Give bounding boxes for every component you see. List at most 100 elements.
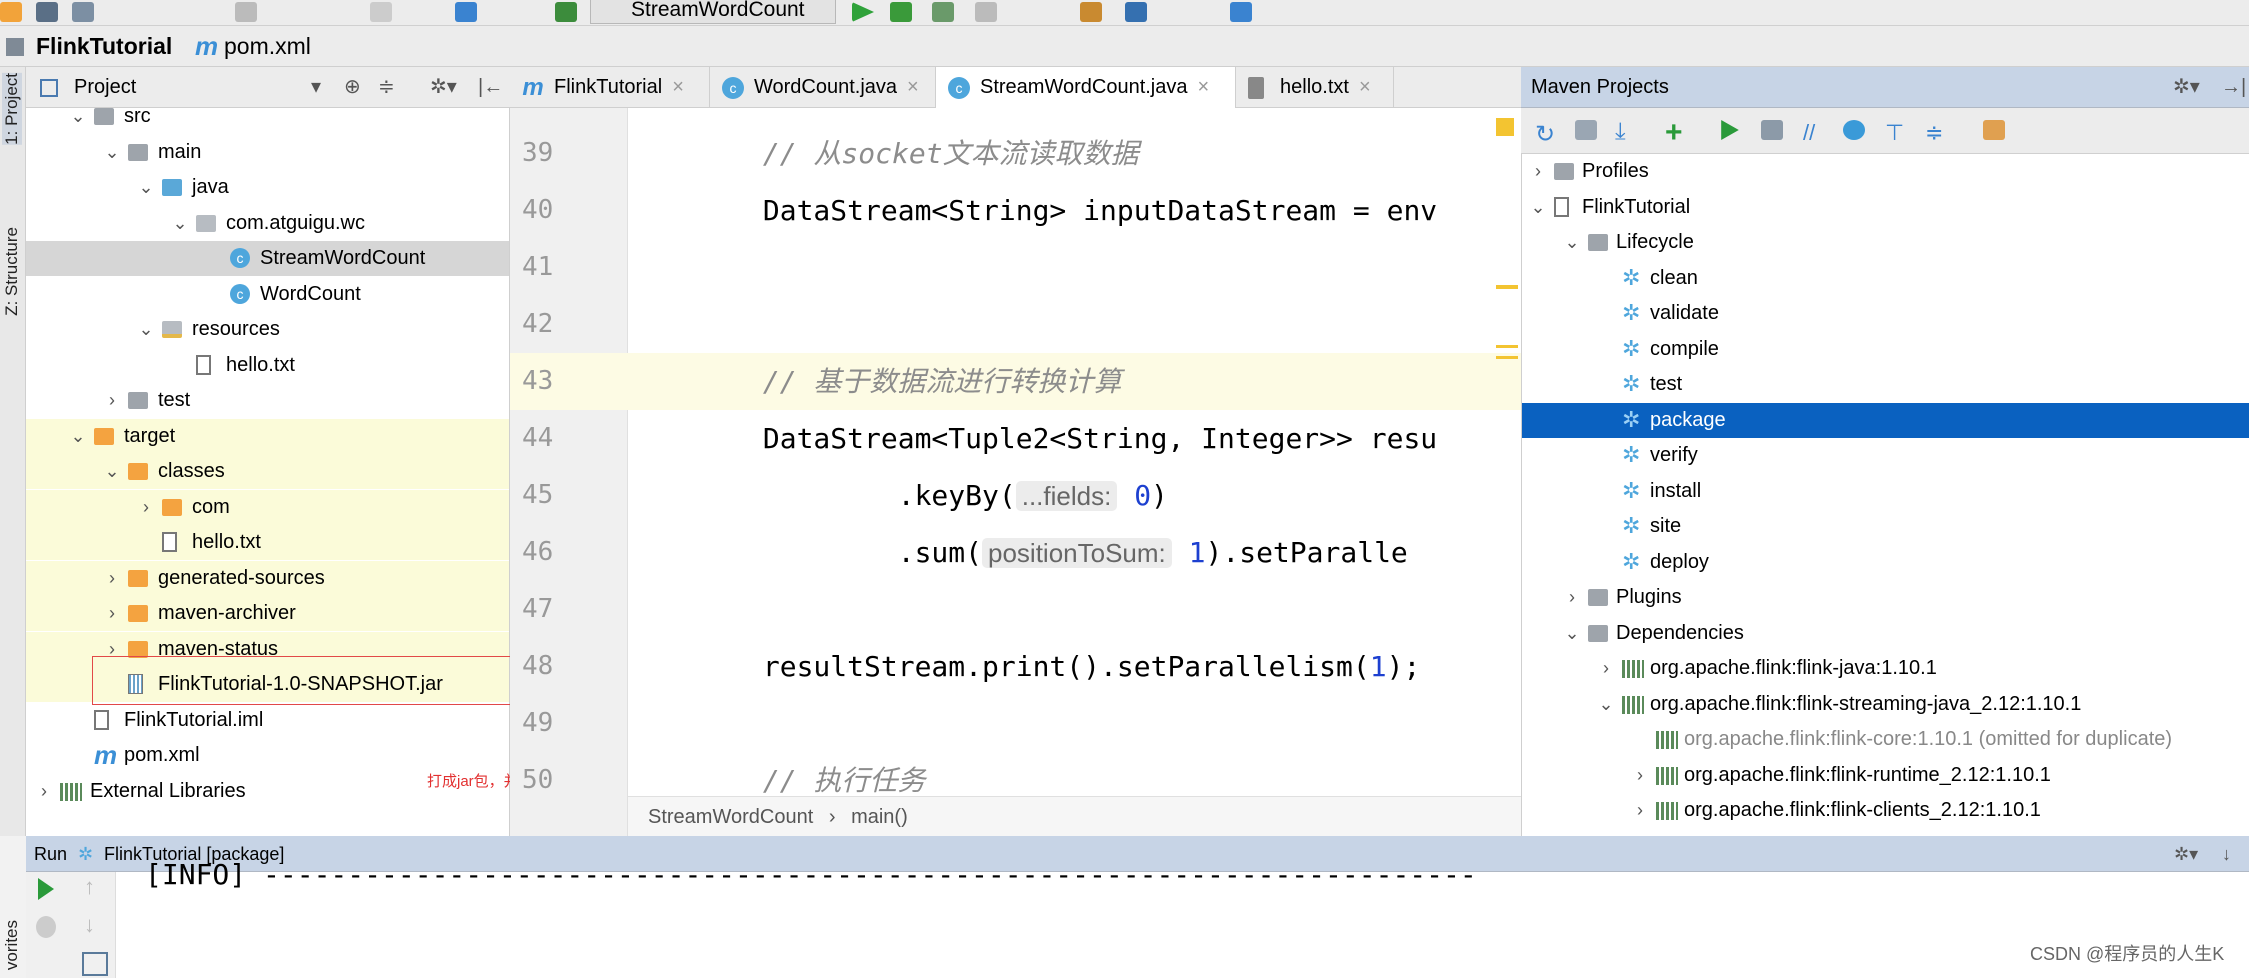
crumb-method[interactable]: main() (851, 806, 908, 828)
chevron-down-icon[interactable]: ⌄ (138, 170, 154, 205)
chevron-down-icon[interactable]: ⌄ (104, 135, 120, 170)
sync-icon[interactable] (72, 2, 94, 22)
maven-tree-item[interactable]: › Plugins (1522, 580, 2249, 615)
chevron-right-icon[interactable]: › (1632, 758, 1648, 793)
chevron-down-icon[interactable]: ⌄ (104, 454, 120, 489)
maven-tree-item[interactable]: › org.apache.flink:flink-clients_2.12:1.1… (1522, 793, 2249, 828)
tree-item[interactable]: ⌄ classes (26, 454, 509, 489)
close-icon[interactable]: × (907, 76, 919, 98)
close-icon[interactable]: × (672, 76, 684, 98)
save-icon[interactable] (36, 2, 58, 22)
gear-icon[interactable]: ✲▾ (2174, 836, 2198, 872)
back-icon[interactable] (455, 2, 477, 22)
maven-tree-item[interactable]: ✲ clean (1522, 261, 2249, 296)
chevron-right-icon[interactable]: › (104, 596, 120, 631)
nav-crumb-file[interactable]: pom.xml (224, 26, 311, 67)
chevron-down-icon[interactable]: ⌄ (70, 419, 86, 454)
maven-tree-item[interactable]: ✲ compile (1522, 332, 2249, 367)
tree-item[interactable]: c StreamWordCount (26, 241, 509, 276)
coverage-icon[interactable] (932, 2, 954, 22)
tree-item[interactable]: ⌄ main (26, 135, 509, 170)
run-icon[interactable] (1721, 120, 1739, 140)
structure-tool-button[interactable]: Z: Structure (2, 227, 22, 316)
maven-tree-item[interactable]: › org.apache.flink:flink-runtime_2.12:1.1… (1522, 758, 2249, 793)
project-view-select[interactable]: Project (74, 67, 136, 108)
soft-wrap-icon[interactable] (82, 952, 108, 976)
maven-tree-item[interactable]: ✲ site (1522, 509, 2249, 544)
settings-icon[interactable] (1080, 2, 1102, 22)
execute-goal-icon[interactable] (1761, 120, 1783, 140)
close-icon[interactable]: × (1198, 76, 1210, 98)
chevron-down-icon[interactable]: ⌄ (172, 206, 188, 241)
stop-icon[interactable] (975, 2, 997, 22)
chevron-down-icon[interactable]: ▾ (311, 67, 321, 108)
chevron-down-icon[interactable]: ⌄ (1564, 225, 1580, 260)
run-tab-label[interactable]: Run (34, 836, 67, 872)
maven-tree-item[interactable]: ⌄ FlinkTutorial (1522, 190, 2249, 225)
chevron-down-icon[interactable]: ⌄ (1530, 190, 1546, 225)
chevron-down-icon[interactable]: ⌄ (70, 108, 86, 134)
tab-streamwordcount-java[interactable]: c StreamWordCount.java × (936, 67, 1236, 108)
code-line[interactable]: DataStream<Tuple2<String, Integer>> resu (628, 410, 1521, 467)
maven-tree-item[interactable]: ✲ validate (1522, 296, 2249, 331)
nav-crumb-project[interactable]: FlinkTutorial (36, 26, 172, 67)
down-icon[interactable]: ↓ (84, 912, 95, 938)
debug-icon[interactable] (890, 2, 912, 22)
chevron-right-icon[interactable]: › (104, 561, 120, 596)
code-line[interactable]: .sum(positionToSum: 1).setParalle (628, 524, 1521, 581)
tree-item[interactable]: › com (26, 489, 509, 525)
maven-tree-item[interactable]: ✲ package (1522, 402, 2249, 438)
chevron-right-icon[interactable]: › (104, 383, 120, 418)
tree-item[interactable]: hello.txt (26, 525, 509, 560)
code-line[interactable]: // 基于数据流进行转换计算 (628, 353, 1521, 410)
chevron-down-icon[interactable]: ⌄ (138, 312, 154, 347)
crumb-class[interactable]: StreamWordCount (648, 806, 813, 828)
tree-item[interactable]: › maven-archiver (26, 596, 509, 631)
hide-icon[interactable]: |← (478, 67, 503, 108)
code-line[interactable]: DataStream<String> inputDataStream = env (628, 182, 1521, 239)
gear-icon[interactable]: ✲▾ (2173, 67, 2200, 108)
tree-item[interactable]: ⌄ com.atguigu.wc (26, 206, 509, 241)
project-tool-button[interactable]: 1: Project (2, 73, 22, 145)
chevron-right-icon[interactable]: › (1564, 580, 1580, 615)
code-line[interactable] (628, 296, 1521, 353)
cut-icon[interactable] (235, 2, 257, 22)
maven-tree-item[interactable]: org.apache.flink:flink-core:1.10.1 (omit… (1522, 722, 2249, 757)
chevron-right-icon[interactable]: › (1632, 793, 1648, 828)
tree-item[interactable]: FlinkTutorial.iml (26, 703, 509, 738)
tree-item[interactable]: ⌄ java (26, 170, 509, 205)
open-icon[interactable] (0, 2, 22, 22)
favorites-tool-button[interactable]: vorites (2, 920, 22, 970)
toggle-offline-icon[interactable]: // (1803, 120, 1825, 145)
tree-item[interactable]: ⌄ src (26, 108, 509, 134)
rerun-icon[interactable] (38, 878, 54, 900)
code-line[interactable]: .keyBy(...fields: 0) (628, 467, 1521, 524)
download-icon[interactable]: ⤓ (1615, 118, 1637, 145)
collapse-all-icon[interactable]: ≑ (1925, 120, 1947, 145)
chevron-down-icon[interactable]: ⌄ (1564, 616, 1580, 651)
tree-item[interactable]: › generated-sources (26, 560, 509, 596)
find-icon[interactable] (370, 2, 392, 22)
skip-tests-icon[interactable] (1843, 120, 1865, 140)
chevron-right-icon[interactable]: › (36, 774, 52, 809)
tab-hello-txt[interactable]: hello.txt × (1236, 67, 1394, 108)
maven-tree-item[interactable]: ✲ test (1522, 367, 2249, 402)
close-icon[interactable]: × (1359, 76, 1371, 98)
chevron-right-icon[interactable]: › (138, 490, 154, 525)
maven-tree-item[interactable]: ⌄ Dependencies (1522, 616, 2249, 651)
tree-item[interactable]: c WordCount (26, 277, 509, 312)
tab-flinktutorial[interactable]: m FlinkTutorial × (510, 67, 710, 108)
add-icon[interactable]: + (1665, 116, 1687, 149)
help-icon[interactable] (1230, 2, 1252, 22)
tab-wordcount-java[interactable]: c WordCount.java × (710, 67, 936, 108)
reimport-icon[interactable]: ↻ (1535, 120, 1557, 148)
locate-icon[interactable]: ⊕ (344, 67, 361, 108)
hide-icon[interactable]: ↓ (2222, 836, 2231, 872)
code-line[interactable]: // 从socket文本流读取数据 (628, 125, 1521, 182)
code-line[interactable]: resultStream.print().setParallelism(1); (628, 638, 1521, 695)
maven-tree-item[interactable]: ⌄ org.apache.flink:flink-streaming-java_2… (1522, 687, 2249, 722)
run-config-select[interactable]: StreamWordCount (590, 0, 836, 24)
maven-tree-item[interactable]: › Profiles (1522, 154, 2249, 189)
stop-icon[interactable] (36, 916, 56, 938)
tree-item[interactable]: ⌄ resources (26, 312, 509, 347)
